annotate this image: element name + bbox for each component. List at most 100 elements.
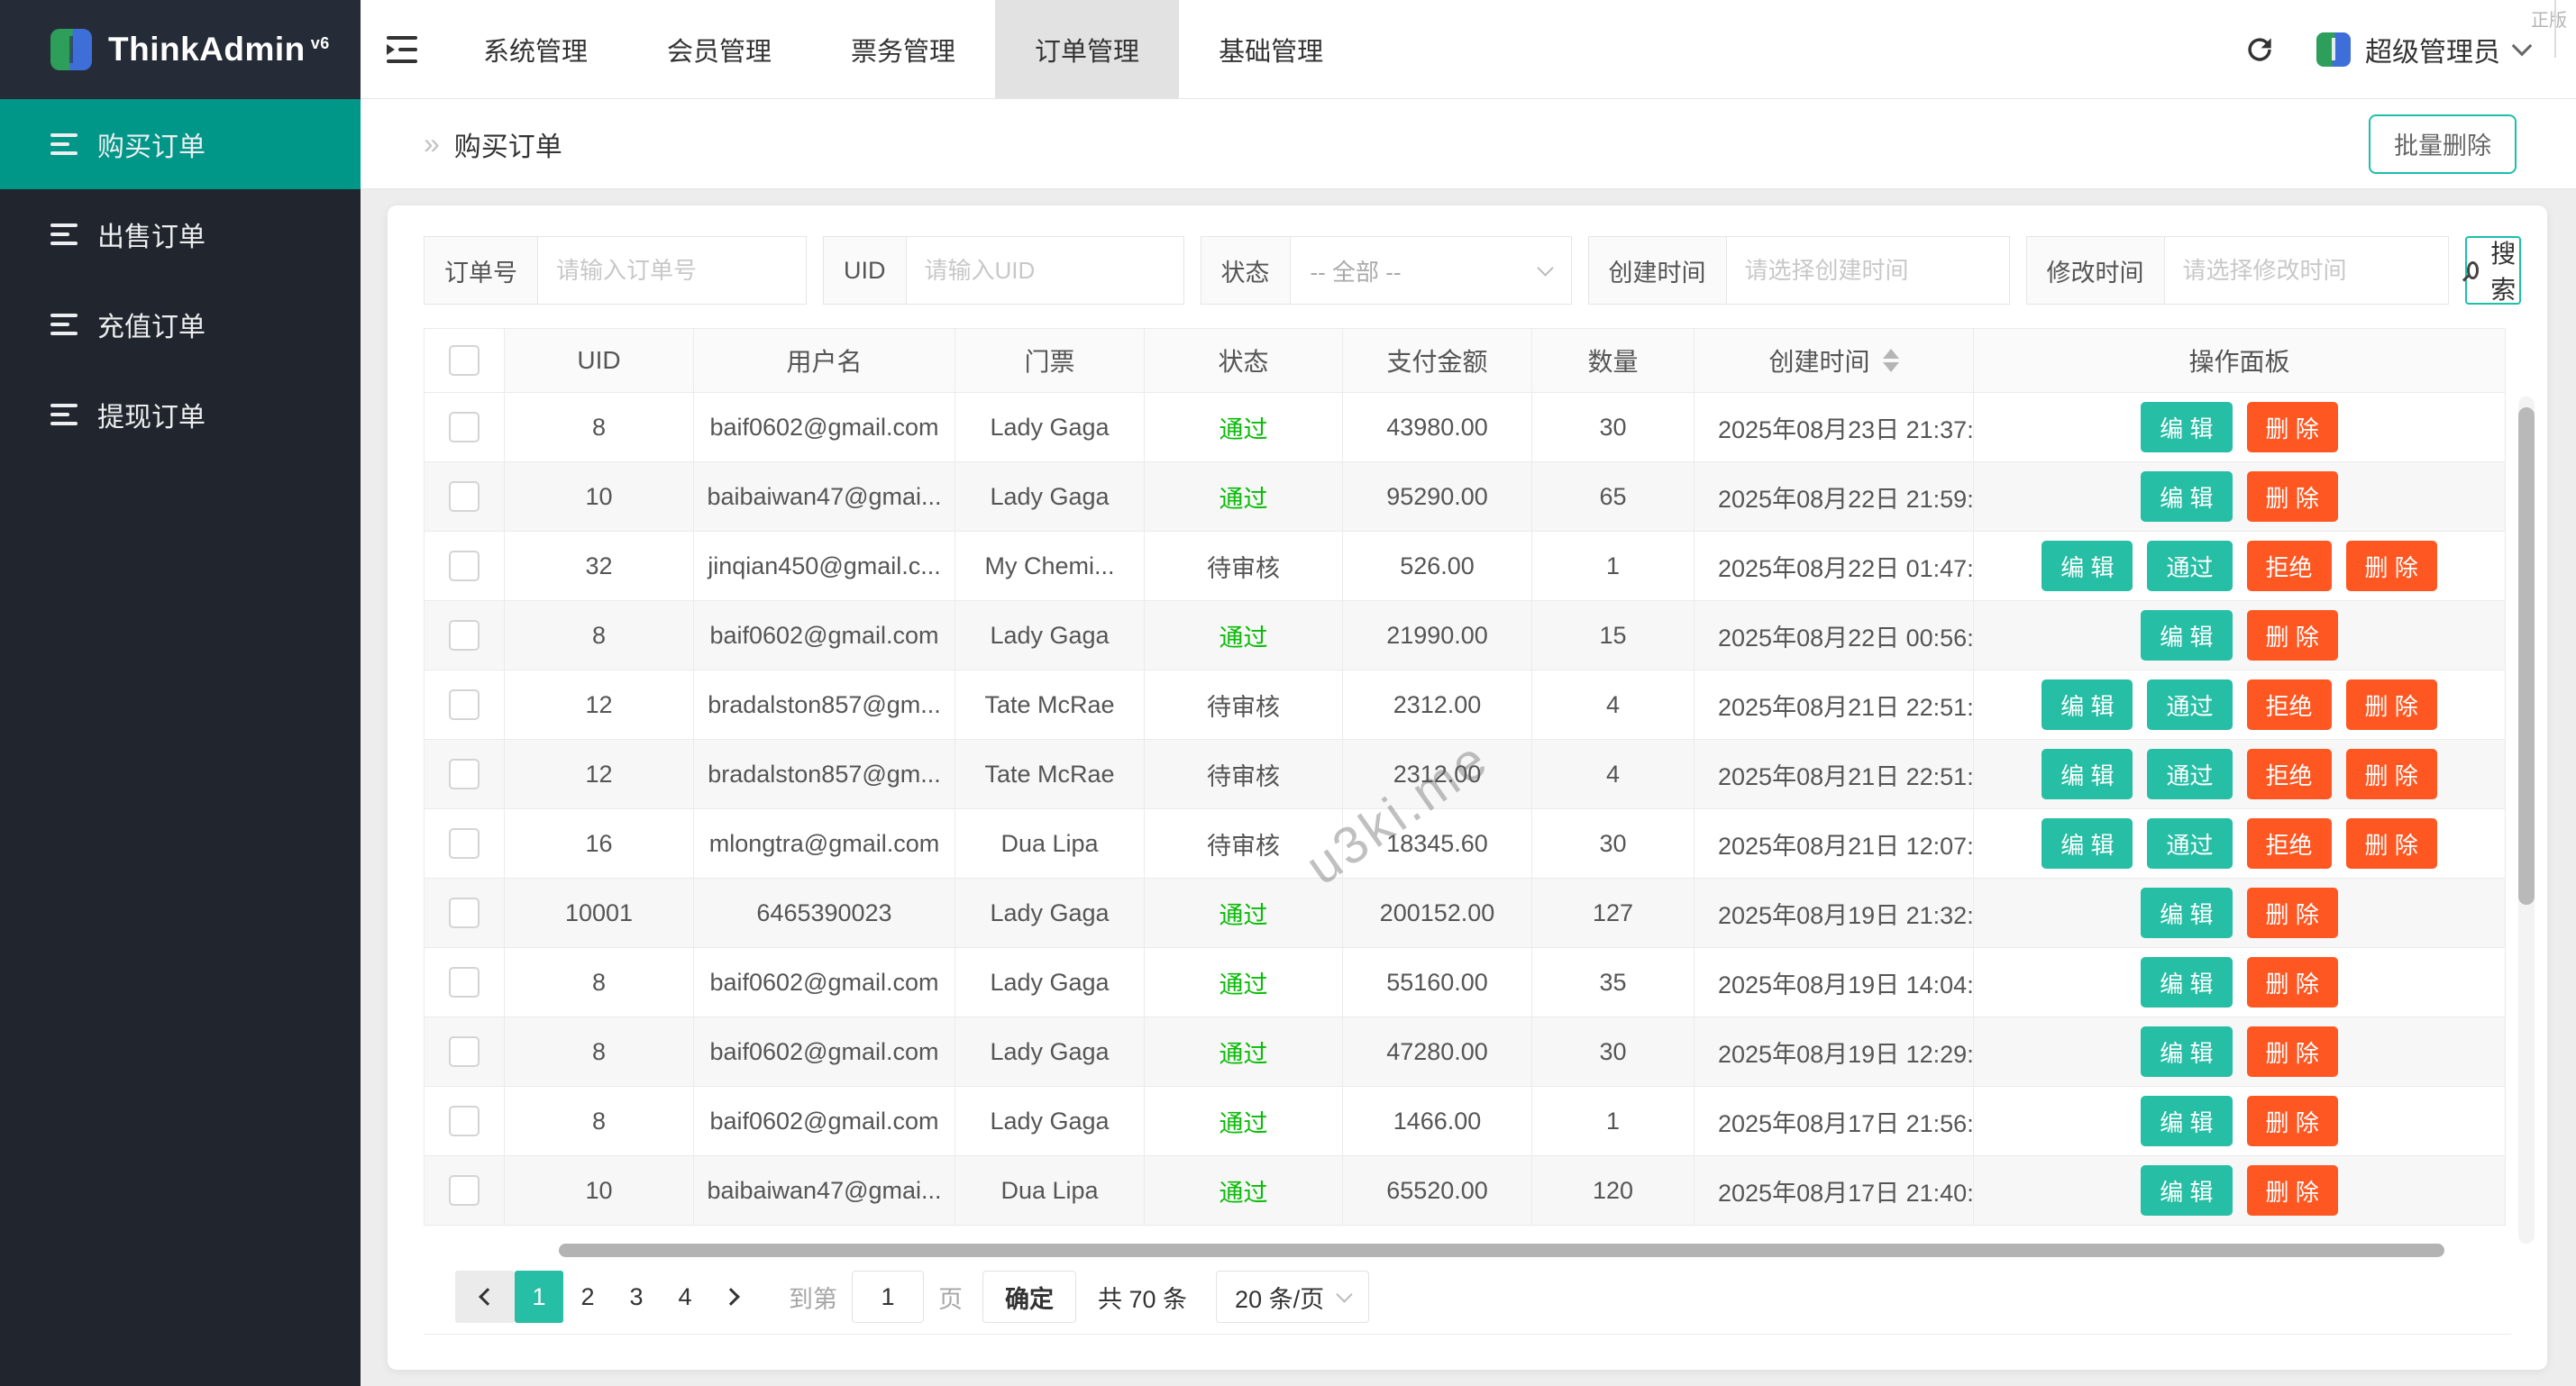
edit-button[interactable]: 编 辑 (2042, 749, 2133, 799)
page-button-1[interactable]: 1 (515, 1271, 563, 1323)
row-checkbox[interactable] (449, 1175, 480, 1206)
reject-button[interactable]: 拒绝 (2247, 818, 2332, 869)
cell-username: baif0602@gmail.com (694, 1087, 955, 1156)
row-checkbox[interactable] (449, 1106, 480, 1136)
edit-button[interactable]: 编 辑 (2141, 471, 2232, 522)
refresh-icon[interactable] (2243, 32, 2277, 67)
edit-button[interactable]: 编 辑 (2042, 541, 2133, 591)
filter-created-time: 创建时间 (1588, 236, 2010, 305)
cell-username: bradalston857@gm... (694, 740, 955, 809)
row-checkbox[interactable] (449, 898, 480, 928)
table-row: 8 baif0602@gmail.com Lady Gaga 通过 47280.… (424, 1017, 2511, 1087)
approve-button[interactable]: 通过 (2147, 679, 2232, 730)
sidebar-collapse-icon[interactable] (361, 0, 443, 98)
status-select[interactable]: -- 全部 -- (1291, 236, 1572, 305)
delete-button[interactable]: 删 除 (2247, 888, 2338, 938)
cell-created-time: 2025年08月17日 21:40:5 (1694, 1156, 1974, 1226)
nav-item-order[interactable]: 订单管理 (995, 0, 1179, 98)
sort-control[interactable] (1883, 349, 1899, 372)
cell-ticket: Lady Gaga (955, 393, 1145, 462)
nav-item-ticket[interactable]: 票务管理 (811, 0, 995, 98)
cell-qty: 35 (1532, 948, 1694, 1017)
page-button-4[interactable]: 4 (661, 1271, 709, 1323)
vertical-scrollbar-thumb[interactable] (2518, 407, 2535, 905)
row-checkbox[interactable] (449, 551, 480, 581)
horizontal-scrollbar-thumb[interactable] (559, 1244, 2444, 1257)
cell-username: baibaiwan47@gmai... (694, 462, 955, 532)
uid-input[interactable] (907, 236, 1184, 305)
row-checkbox[interactable] (449, 689, 480, 720)
table-body: 8 baif0602@gmail.com Lady Gaga 通过 43980.… (424, 393, 2511, 1226)
nav-item-system[interactable]: 系统管理 (443, 0, 627, 98)
row-checkbox[interactable] (449, 759, 480, 789)
cell-qty: 1 (1532, 532, 1694, 601)
reject-button[interactable]: 拒绝 (2247, 679, 2332, 730)
edit-button[interactable]: 编 辑 (2141, 1165, 2232, 1216)
row-checkbox[interactable] (449, 967, 480, 998)
delete-button[interactable]: 删 除 (2346, 749, 2437, 799)
page-size-select[interactable]: 20 条/页 (1216, 1271, 1369, 1323)
prev-page-button[interactable] (455, 1271, 515, 1323)
select-all-checkbox[interactable] (449, 345, 480, 376)
confirm-button[interactable]: 确定 (982, 1271, 1076, 1323)
approve-button[interactable]: 通过 (2147, 818, 2232, 869)
delete-button[interactable]: 删 除 (2247, 1165, 2338, 1216)
edit-button[interactable]: 编 辑 (2141, 610, 2232, 661)
sidebar-item-buy-orders[interactable]: 购买订单 (0, 99, 361, 189)
delete-button[interactable]: 删 除 (2346, 541, 2437, 591)
edit-button[interactable]: 编 辑 (2141, 1026, 2232, 1077)
approve-button[interactable]: 通过 (2147, 541, 2232, 591)
status-badge: 通过 (1145, 462, 1343, 532)
delete-button[interactable]: 删 除 (2247, 610, 2338, 661)
row-checkbox[interactable] (449, 481, 480, 512)
delete-button[interactable]: 删 除 (2247, 957, 2338, 1008)
row-checkbox[interactable] (449, 412, 480, 442)
cell-username: jinqian450@gmail.c... (694, 532, 955, 601)
reject-button[interactable]: 拒绝 (2247, 749, 2332, 799)
batch-delete-button[interactable]: 批量删除 (2369, 114, 2517, 174)
edit-button[interactable]: 编 辑 (2141, 1096, 2232, 1146)
sidebar-item-sell-orders[interactable]: 出售订单 (0, 189, 361, 279)
delete-button[interactable]: 删 除 (2247, 1026, 2338, 1077)
delete-button[interactable]: 删 除 (2247, 1096, 2338, 1146)
row-checkbox[interactable] (449, 1036, 480, 1067)
cell-username: baif0602@gmail.com (694, 393, 955, 462)
user-menu[interactable]: 超级管理员 (2316, 30, 2529, 69)
sidebar-item-withdraw-orders[interactable]: 提现订单 (0, 369, 361, 460)
search-button[interactable]: 搜 索 (2465, 236, 2521, 305)
page-button-2[interactable]: 2 (563, 1271, 612, 1323)
brand-logo-icon (50, 29, 92, 70)
edit-button[interactable]: 编 辑 (2141, 402, 2232, 452)
row-checkbox-cell (424, 740, 505, 809)
page-size-value: 20 条/页 (1235, 1280, 1324, 1315)
cell-uid: 8 (505, 601, 694, 670)
nav-item-basic[interactable]: 基础管理 (1179, 0, 1363, 98)
cell-ticket: Lady Gaga (955, 462, 1145, 532)
row-checkbox[interactable] (449, 828, 480, 859)
page-button-3[interactable]: 3 (612, 1271, 661, 1323)
delete-button[interactable]: 删 除 (2247, 471, 2338, 522)
delete-button[interactable]: 删 除 (2247, 402, 2338, 452)
edit-button[interactable]: 编 辑 (2042, 679, 2133, 730)
created-time-input[interactable] (1727, 236, 2010, 305)
cell-ticket: Dua Lipa (955, 809, 1145, 879)
cell-created-time: 2025年08月17日 21:56:2 (1694, 1087, 1974, 1156)
approve-button[interactable]: 通过 (2147, 749, 2232, 799)
nav-item-member[interactable]: 会员管理 (627, 0, 811, 98)
sidebar-item-recharge-orders[interactable]: 充值订单 (0, 279, 361, 369)
modified-time-input[interactable] (2165, 236, 2449, 305)
brand-name: ThinkAdminv6 (108, 31, 330, 68)
delete-button[interactable]: 删 除 (2346, 818, 2437, 869)
reject-button[interactable]: 拒绝 (2247, 541, 2332, 591)
cell-amount: 2312.00 (1343, 670, 1532, 740)
edit-button[interactable]: 编 辑 (2141, 888, 2232, 938)
delete-button[interactable]: 删 除 (2346, 679, 2437, 730)
total-count: 共 70 条 (1098, 1280, 1187, 1315)
edit-button[interactable]: 编 辑 (2141, 957, 2232, 1008)
edit-button[interactable]: 编 辑 (2042, 818, 2133, 869)
goto-page-input[interactable] (852, 1271, 924, 1323)
cell-created-time: 2025年08月21日 12:07:4 (1694, 809, 1974, 879)
row-checkbox[interactable] (449, 620, 480, 651)
order-no-input[interactable] (538, 236, 807, 305)
next-page-button[interactable] (709, 1271, 758, 1323)
